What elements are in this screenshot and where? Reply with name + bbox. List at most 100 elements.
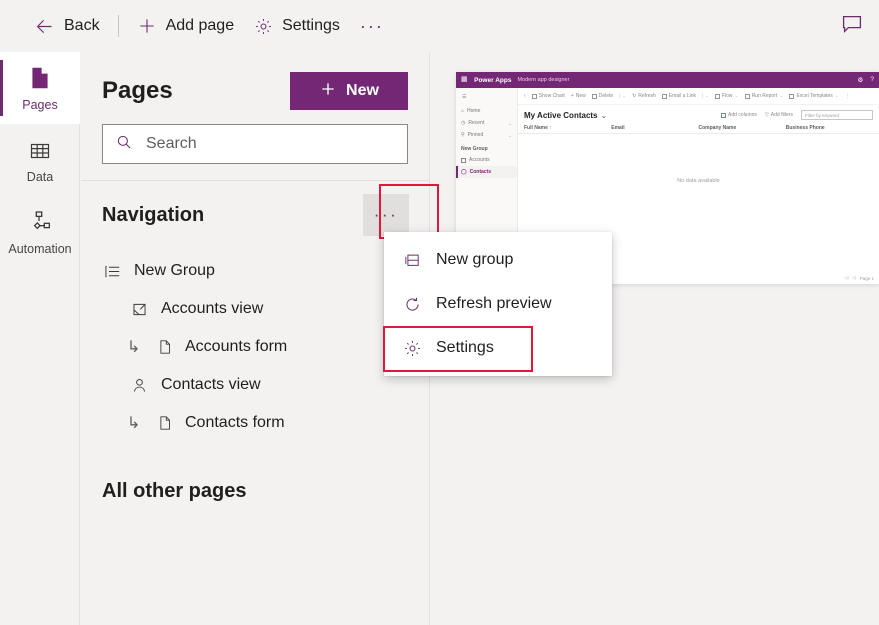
table-icon [28,137,52,163]
home-icon: ⌂ [461,108,465,114]
left-rail: Pages Data Automation [0,52,80,625]
help-icon: ? [870,76,874,83]
context-menu-label: Refresh preview [436,295,552,312]
preview-cmd-label: Show Chart [538,93,565,99]
search-input[interactable] [144,134,395,154]
new-page-button[interactable]: New [290,72,408,110]
context-menu-label: New group [436,251,514,268]
add-page-label: Add page [165,17,235,34]
preview-nav-home: ⌂ Home [456,105,517,117]
preview-nav-group-label: New Group [461,146,488,152]
preview-cmd-new: + New [571,93,586,99]
form-page-icon [155,414,175,432]
tree-item-label: Contacts form [185,414,285,431]
sidebar-item-label: Data [26,169,54,184]
search-area [81,110,429,180]
preview-cmd-divider: | ⌄ [619,93,627,99]
chart-icon [531,93,537,99]
preview-cmd-flow: Flow ⌄ [714,93,739,99]
comment-button[interactable] [835,9,869,43]
more-vertical-icon: ⋮ [845,93,850,99]
waffle-icon: ▦ [461,76,469,83]
tree-item-contacts-view[interactable]: Contacts view [81,366,429,404]
preview-cmd-label: Refresh [638,93,656,99]
search-box[interactable] [102,124,408,164]
sidebar-item-pages[interactable]: Pages [0,52,80,124]
tree-item-accounts-view[interactable]: Accounts view [81,290,429,328]
tree-item-label: Accounts view [161,300,264,317]
back-button[interactable]: Back [24,9,110,43]
command-overflow-button[interactable]: ··· [350,9,394,43]
trash-icon [591,93,597,99]
preview-nav-label: Accounts [469,157,490,163]
refresh-icon [402,295,422,314]
preview-cmd-label: New [575,93,586,99]
preview-cmd-delete: Delete [591,93,613,99]
chevron-down-icon: ⌄ [779,93,784,99]
preview-cmd-show-chart: Show Chart [531,93,565,99]
context-menu-item-refresh-preview[interactable]: Refresh preview [384,282,612,326]
preview-cmd-run-report: Run Report ⌄ [744,93,784,99]
comment-icon [840,12,864,41]
tree-item-label: New Group [134,262,215,279]
preview-nav-label: Pinned [467,132,484,138]
clock-icon: ◷ [461,120,466,126]
context-menu-item-settings[interactable]: Settings [384,326,612,370]
preview-nav-contacts: ◯ Contacts [456,166,517,178]
refresh-icon: ↻ [632,93,637,99]
tree-item-label: Contacts view [161,376,261,393]
pin-icon: ⚲ [461,132,465,138]
settings-gear-icon: ⚙ [857,77,864,84]
preview-cmd-label: Run Report [751,93,778,99]
sidebar-item-label: Pages [22,97,58,112]
add-page-button[interactable]: Add page [127,9,245,43]
navigation-title: Navigation [102,203,205,226]
navigation-section-header: Navigation ··· [81,180,439,246]
plus-icon: + [570,93,574,99]
hamburger-icon: ☰ [462,94,467,100]
preview-filter-input: Filter by keyword [801,110,873,120]
gear-icon [402,339,422,358]
preview-nav-label: Home [467,108,481,114]
tree-item-label: Accounts form [185,338,288,355]
app-root: Back Add page Settings ··· Pages Data Au… [0,0,879,625]
flow-icon [27,209,53,235]
plus-icon [319,80,337,103]
sidebar-item-data[interactable]: Data [0,124,80,196]
navigation-tree: New Group Accounts view ↳ Accounts form … [81,246,429,442]
form-page-icon [155,338,175,356]
preview-add-filters: ▽ Add filters [765,112,793,118]
chevron-down-icon: ⌄ [508,132,512,138]
back-label: Back [64,17,100,34]
chevron-down-icon: ⌄ [834,93,839,99]
page-title: Pages [102,77,173,104]
tree-item-contacts-form[interactable]: ↳ Contacts form [81,404,429,442]
preview-cmd-excel-templates: Excel Templates ⌄ [789,93,839,99]
preview-cmd-divider: | ⌄ [702,93,709,99]
preview-cmd-label: Email a Link [668,93,697,99]
tree-item-accounts-form[interactable]: ↳ Accounts form [81,328,429,366]
preview-cmd-label: Flow [721,93,733,99]
preview-column-header: Full Name ↑ [524,124,552,131]
preview-column-headers: Full Name ↑ Email Company Name Business … [518,122,879,134]
subitem-arrow-icon: ↳ [127,415,141,432]
context-menu-item-new-group[interactable]: New group [384,238,612,282]
contact-person-icon [129,376,149,395]
group-list-icon [102,262,122,281]
preview-column-header: Business Phone [785,124,825,131]
pages-panel: Pages New Search Navigation ··· New Grou… [81,52,439,625]
navigation-overflow-button[interactable]: ··· [363,194,409,236]
preview-topbar-actions: ⚙ ? [858,76,874,84]
report-icon [744,93,750,99]
accounts-icon [461,157,466,163]
command-separator [117,15,119,37]
preview-column-header: Company Name [698,124,737,131]
tree-item-new-group[interactable]: New Group [81,252,429,290]
add-columns-icon [721,112,726,118]
sidebar-item-automation[interactable]: Automation [0,196,80,268]
preview-pager: ◁ ◁ Page 1 [845,275,874,281]
preview-tool-label: Add columns [728,112,757,118]
chevron-down-icon: ⌄ [508,120,512,126]
settings-button[interactable]: Settings [244,9,350,43]
preview-empty-message: No data available [677,178,720,184]
